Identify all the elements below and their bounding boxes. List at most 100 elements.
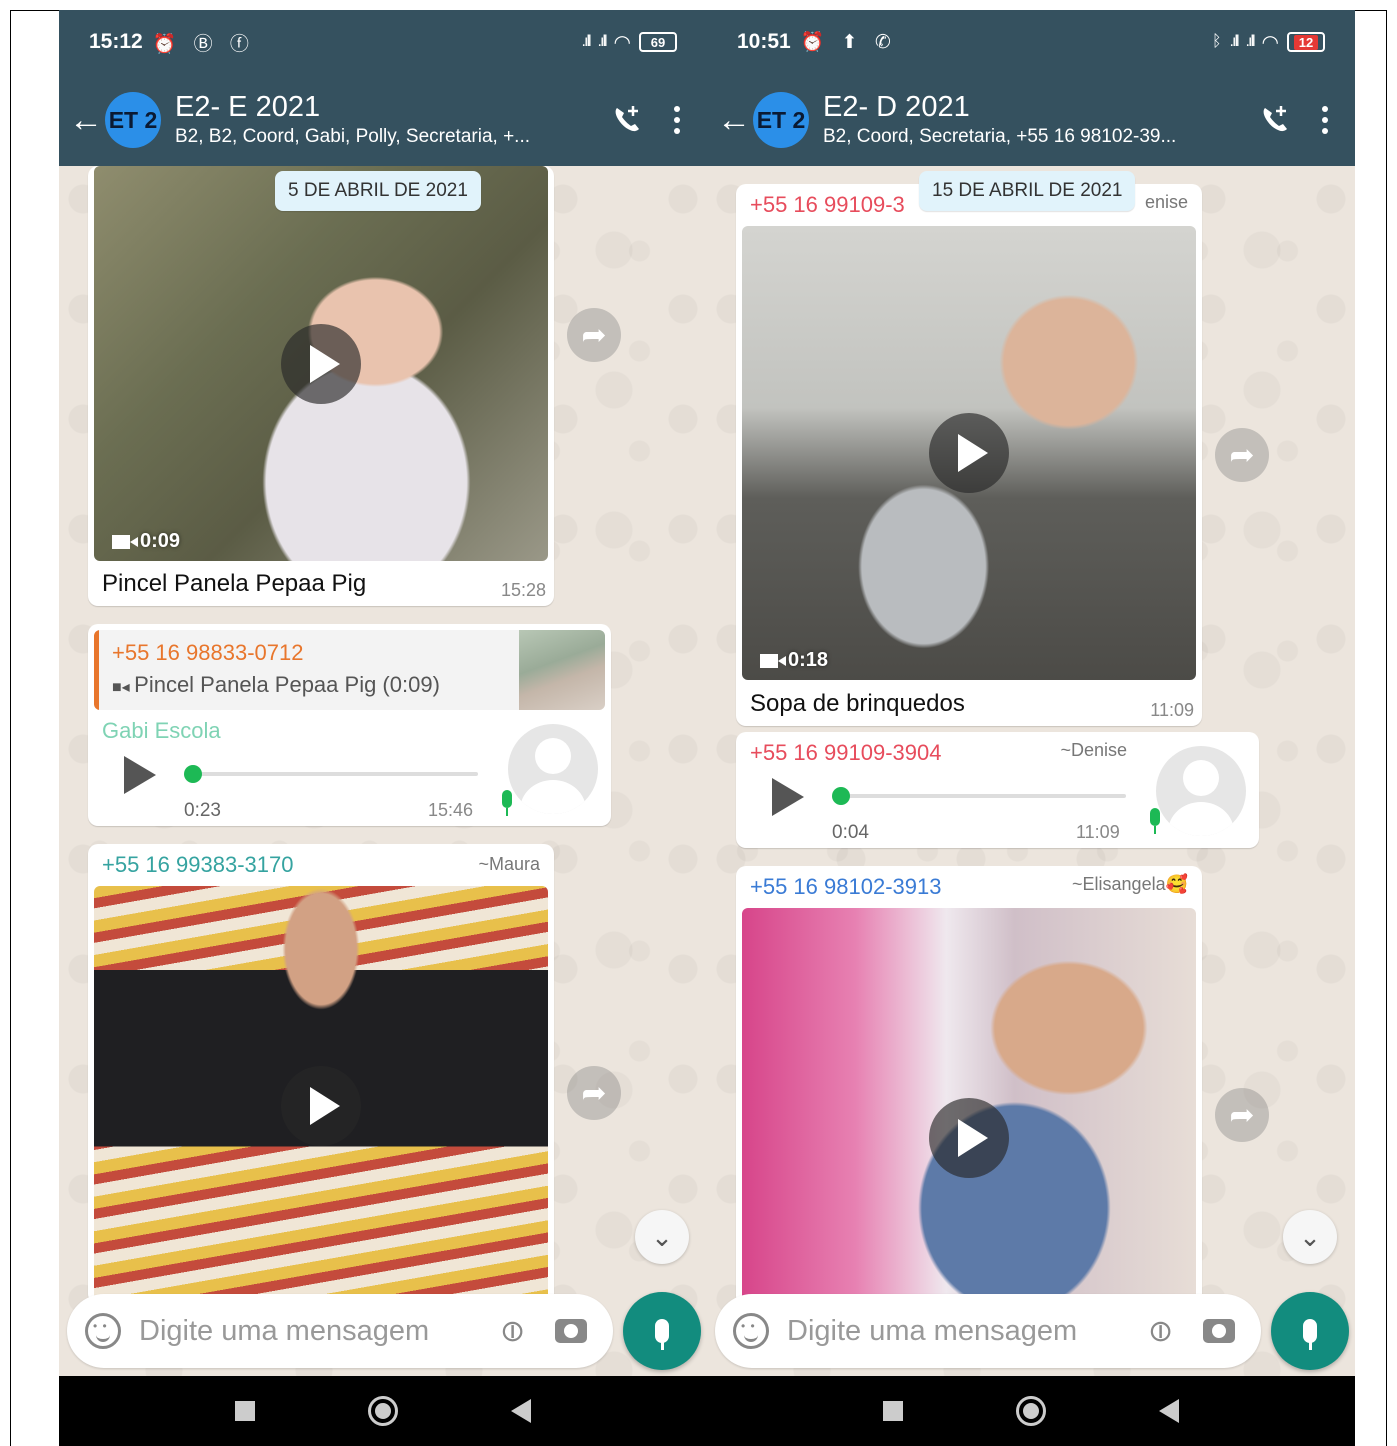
message-time: 11:09	[1150, 700, 1194, 720]
signal-icon: .ıll	[581, 33, 592, 50]
voice-length: 0:23	[184, 800, 221, 821]
message-input[interactable]: Digite uma mensagem	[139, 1315, 500, 1348]
voice-progress-handle[interactable]	[832, 787, 850, 805]
bluetooth-icon: ᛒ	[1211, 33, 1222, 50]
scroll-down-icon[interactable]: ⌄	[1283, 1210, 1337, 1264]
back-icon[interactable]	[510, 1399, 531, 1423]
camera-icon[interactable]	[555, 1319, 587, 1343]
voice-length: 0:04	[832, 822, 869, 843]
group-avatar[interactable]: ET 2	[105, 92, 161, 148]
play-icon[interactable]	[929, 413, 1009, 493]
video-message[interactable]: 0:09 Pincel Panela Pepaa Pig 15:28	[88, 166, 554, 606]
voice-progress-track[interactable]	[186, 772, 478, 776]
video-caption: Sopa de brinquedos	[750, 690, 965, 717]
status-bar: 10:51 ⏰ ⬆ ✆ ᛒ .ıll .ıll ◠ 12	[707, 10, 1355, 74]
mic-icon	[1150, 808, 1160, 834]
status-bar: 15:12 ⏰ Ⓑ ⓕ .ıll .ıll ◠ 69	[59, 10, 707, 74]
more-options-icon[interactable]	[647, 106, 707, 134]
scroll-down-icon[interactable]: ⌄	[635, 1210, 689, 1264]
message-time: 11:09	[1076, 822, 1120, 842]
video-camera-icon: ■◂	[112, 679, 135, 696]
signal-icon: .ıll	[1229, 33, 1240, 50]
sender-avatar[interactable]	[508, 724, 598, 814]
chat-title-block[interactable]: E2- D 2021 B2, Coord, Secretaria, +55 16…	[823, 90, 1213, 150]
video-message[interactable]: +55 16 99383-3170 ~Maura	[88, 844, 554, 1306]
home-icon[interactable]	[1015, 1396, 1046, 1426]
video-thumbnail[interactable]: 0:09	[94, 166, 548, 561]
play-icon[interactable]	[281, 1066, 361, 1146]
home-icon[interactable]	[367, 1396, 398, 1426]
navigation-bar	[59, 1376, 707, 1446]
video-duration: 0:09	[112, 530, 180, 553]
chat-title-block[interactable]: E2- E 2021 B2, B2, Coord, Gabi, Polly, S…	[175, 90, 565, 150]
voice-play-icon[interactable]	[772, 778, 804, 816]
forward-icon[interactable]: ➦	[567, 308, 621, 362]
message-time: 15:46	[428, 800, 474, 820]
message-sender: Gabi Escola	[102, 718, 221, 743]
forward-icon[interactable]: ➦	[1215, 428, 1269, 482]
add-call-icon[interactable]	[607, 100, 647, 140]
video-camera-icon	[112, 534, 138, 549]
video-thumbnail[interactable]	[742, 908, 1196, 1308]
status-icons: .ıll .ıll ◠ 69	[582, 30, 677, 55]
emoji-icon[interactable]	[733, 1313, 769, 1349]
video-duration: 0:18	[760, 649, 828, 672]
chat-header: ← ET 2 E2- E 2021 B2, B2, Coord, Gabi, P…	[59, 74, 707, 166]
quoted-text: ■◂ Pincel Panela Pepaa Pig (0:09)	[112, 672, 440, 697]
video-thumbnail[interactable]	[94, 886, 548, 1306]
recents-icon[interactable]	[235, 1401, 256, 1421]
recents-icon[interactable]	[883, 1401, 904, 1421]
more-options-icon[interactable]	[1295, 106, 1355, 134]
video-caption: Pincel Panela Pepaa Pig	[102, 570, 367, 597]
chat-participants: B2, Coord, Secretaria, +55 16 98102-39..…	[823, 126, 1177, 147]
signal-icon: .ıll	[597, 33, 608, 50]
voice-play-icon[interactable]	[124, 756, 156, 794]
voice-message[interactable]: +55 16 99109-3904 ~Denise 0:04 11:09	[736, 732, 1259, 848]
phone-screen-left: 15:12 ⏰ Ⓑ ⓕ .ıll .ıll ◠ 69 ← ET 2 E2- E …	[59, 10, 707, 1446]
message-input[interactable]: Digite uma mensagem	[787, 1315, 1148, 1348]
message-sender: +55 16 98102-3913	[750, 874, 942, 899]
back-arrow-icon[interactable]: ←	[711, 101, 757, 140]
wifi-icon: ◠	[613, 31, 631, 54]
status-time: 10:51	[737, 30, 791, 53]
group-avatar[interactable]: ET 2	[753, 92, 809, 148]
message-sender: +55 16 99109-3	[750, 192, 905, 217]
quoted-thumbnail	[519, 630, 605, 710]
voice-record-button[interactable]	[623, 1292, 701, 1370]
camera-icon[interactable]	[1203, 1319, 1235, 1343]
sender-name: ~Elisangela🥰	[1072, 874, 1188, 894]
mic-icon	[502, 790, 512, 816]
quoted-message[interactable]: +55 16 98833-0712 ■◂ Pincel Panela Pepaa…	[94, 630, 605, 710]
video-thumbnail[interactable]: 0:18	[742, 226, 1196, 680]
add-call-icon[interactable]	[1255, 100, 1295, 140]
phone-screen-right: 10:51 ⏰ ⬆ ✆ ᛒ .ıll .ıll ◠ 12 ← ET 2 E2- …	[707, 10, 1355, 1446]
video-camera-icon	[760, 653, 786, 668]
message-sender: +55 16 99383-3170	[102, 852, 294, 877]
voice-record-button[interactable]	[1271, 1292, 1349, 1370]
voice-progress-track[interactable]	[834, 794, 1126, 798]
video-message[interactable]: +55 16 98102-3913 ~Elisangela🥰	[736, 866, 1202, 1308]
forward-icon[interactable]: ➦	[1215, 1088, 1269, 1142]
message-composer[interactable]: Digite uma mensagem ⊘	[715, 1294, 1261, 1368]
back-icon[interactable]	[1158, 1399, 1179, 1423]
navigation-bar	[707, 1376, 1355, 1446]
date-chip: 15 DE ABRIL DE 2021	[919, 171, 1136, 211]
battery-icon: 69	[639, 32, 677, 52]
voice-message[interactable]: +55 16 98833-0712 ■◂ Pincel Panela Pepaa…	[88, 624, 611, 826]
sender-avatar[interactable]	[1156, 746, 1246, 836]
play-icon[interactable]	[929, 1098, 1009, 1178]
date-chip: 5 DE ABRIL DE 2021	[275, 171, 481, 211]
quote-bar	[94, 630, 99, 710]
video-message[interactable]: +55 16 99109-3 enise 0:18 Sopa de brinqu…	[736, 184, 1202, 726]
back-arrow-icon[interactable]: ←	[63, 101, 109, 140]
chat-header: ← ET 2 E2- D 2021 B2, Coord, Secretaria,…	[707, 74, 1355, 166]
chat-participants: B2, B2, Coord, Gabi, Polly, Secretaria, …	[175, 126, 531, 147]
sender-name: ~Denise	[1060, 740, 1127, 760]
voice-progress-handle[interactable]	[184, 765, 202, 783]
play-icon[interactable]	[281, 323, 361, 404]
forward-icon[interactable]: ➦	[567, 1066, 621, 1120]
sender-name: enise	[1144, 192, 1188, 212]
emoji-icon[interactable]	[85, 1313, 121, 1349]
message-composer[interactable]: Digite uma mensagem ⊘	[67, 1294, 613, 1368]
battery-icon: 12	[1287, 32, 1325, 52]
